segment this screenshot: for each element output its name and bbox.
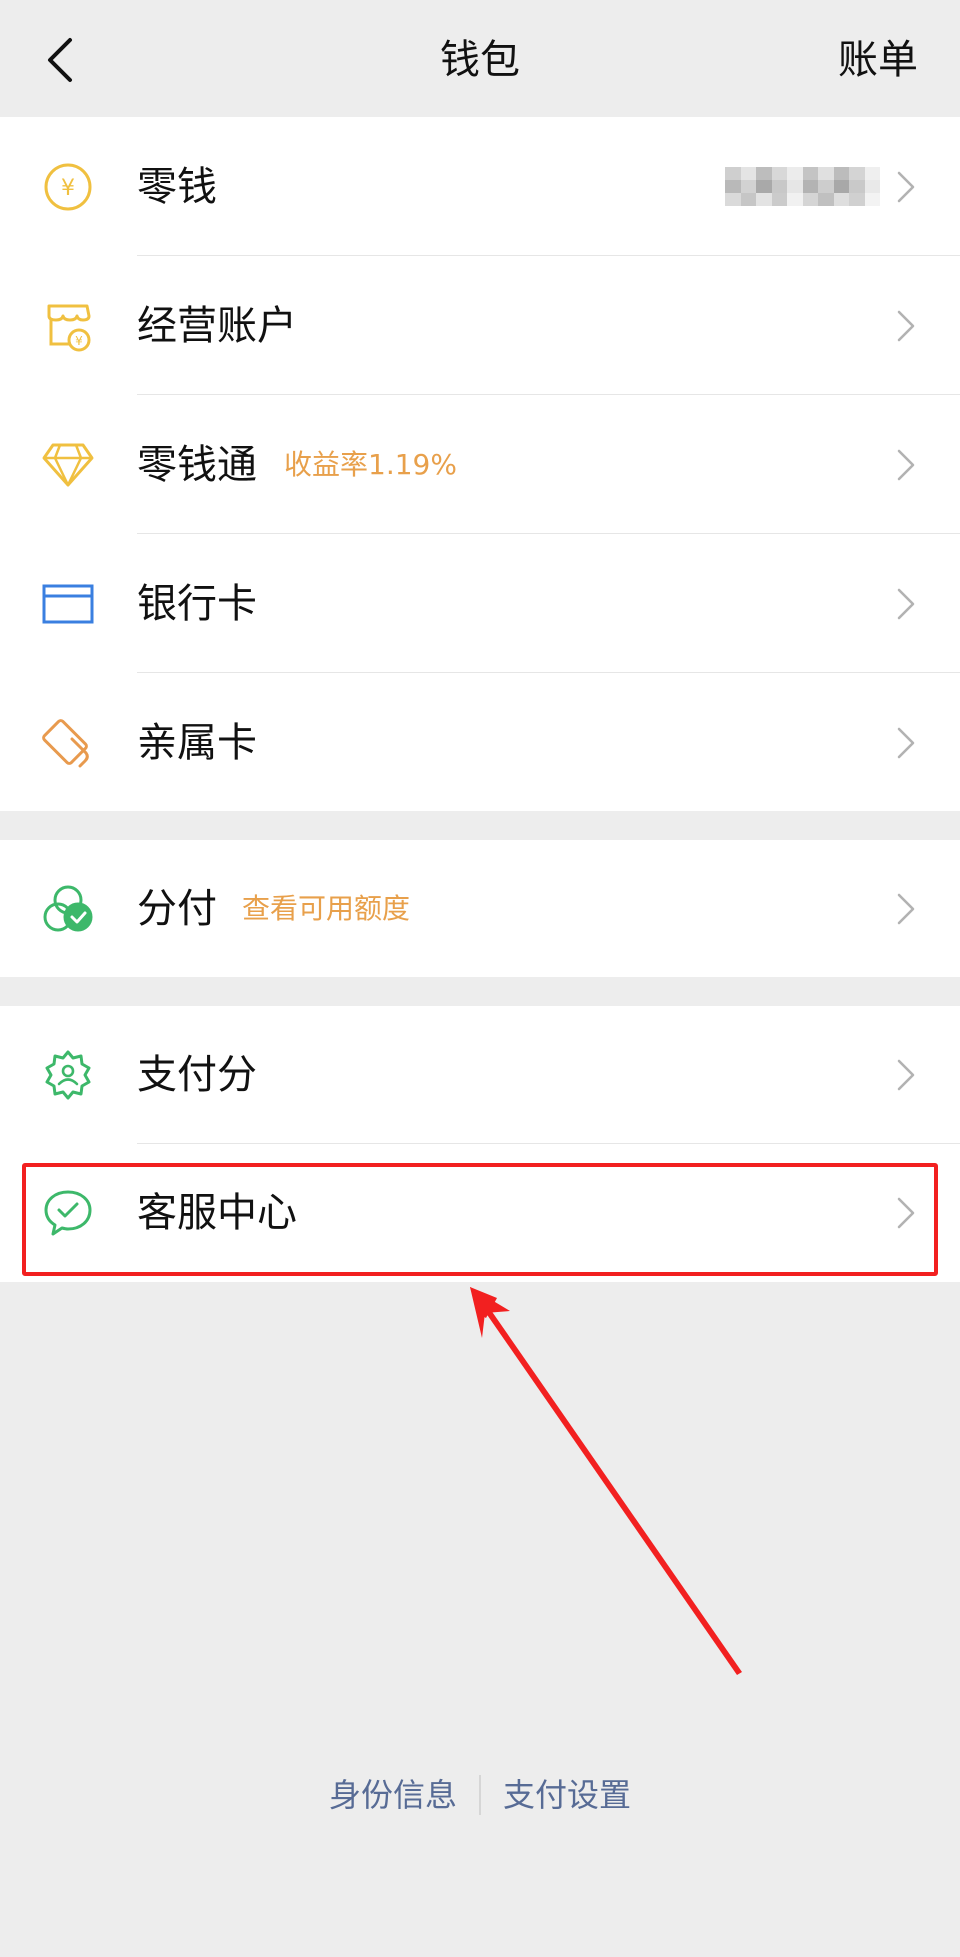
yuan-coin-icon: ¥ xyxy=(40,159,96,215)
pay-score-icon xyxy=(40,1047,96,1103)
chevron-right-icon xyxy=(897,1059,915,1091)
list-item-label: 亲属卡 xyxy=(137,719,257,766)
list-item-label: 客服中心 xyxy=(137,1190,297,1236)
list-item-label: 零钱 xyxy=(137,163,217,210)
chevron-right-icon xyxy=(897,893,915,924)
shop-account-icon: ¥ xyxy=(40,298,96,354)
pay-settings-link[interactable]: 支付设置 xyxy=(481,1772,653,1818)
list-item-business-account[interactable]: ¥ 经营账户 xyxy=(0,256,960,395)
list-item-label: 零钱通 xyxy=(137,441,257,488)
chevron-right-icon xyxy=(897,310,915,341)
list-item-change[interactable]: ¥ 零钱 xyxy=(0,117,960,256)
list-item-label: 银行卡 xyxy=(137,580,257,627)
bill-button[interactable]: 账单 xyxy=(838,34,918,86)
bank-card-icon xyxy=(40,576,96,632)
list-item-label: 经营账户 xyxy=(137,302,297,349)
family-card-icon xyxy=(40,715,96,771)
list-item-installment[interactable]: 分付 查看可用额度 xyxy=(0,840,960,977)
list-item-label: 支付分 xyxy=(137,1052,257,1098)
diamond-icon xyxy=(40,437,96,493)
wallet-group-services: 支付分 客服中心 xyxy=(0,1006,960,1282)
list-item-service-center[interactable]: 客服中心 xyxy=(0,1144,960,1282)
yield-rate-tag: 收益率1.19% xyxy=(284,447,457,481)
list-item-lingqiantong[interactable]: 零钱通 收益率1.19% xyxy=(0,395,960,534)
wallet-group-main: ¥ 零钱 ¥ 经营账户 零钱通 收益率1.19% 银行卡 亲属卡 xyxy=(0,117,960,811)
wallet-group-installment: 分付 查看可用额度 xyxy=(0,840,960,977)
chevron-right-icon xyxy=(897,727,915,758)
chevron-right-icon xyxy=(897,1197,915,1229)
chevron-right-icon xyxy=(897,171,915,202)
page-title: 钱包 xyxy=(440,37,520,83)
list-item-pay-score[interactable]: 支付分 xyxy=(0,1006,960,1144)
identity-info-link[interactable]: 身份信息 xyxy=(307,1772,479,1818)
service-chat-icon xyxy=(40,1185,96,1241)
chevron-right-icon xyxy=(897,588,915,619)
list-item-bank-card[interactable]: 银行卡 xyxy=(0,534,960,673)
balance-blurred xyxy=(725,166,880,207)
list-item-label: 分付 xyxy=(137,885,217,932)
svg-text:¥: ¥ xyxy=(75,334,83,348)
list-item-family-card[interactable]: 亲属卡 xyxy=(0,673,960,812)
wallet-screen: 钱包 账单 ¥ 零钱 ¥ 经营账户 零钱通 收益率1.19% 银行卡 亲属卡 分… xyxy=(0,0,960,1957)
svg-text:¥: ¥ xyxy=(61,176,75,201)
chevron-right-icon xyxy=(897,449,915,480)
installment-icon xyxy=(40,881,96,937)
footer-links: 身份信息 支付设置 xyxy=(0,1772,960,1818)
nav-bar: 钱包 账单 xyxy=(0,0,960,117)
available-credit-tag: 查看可用额度 xyxy=(242,891,411,925)
